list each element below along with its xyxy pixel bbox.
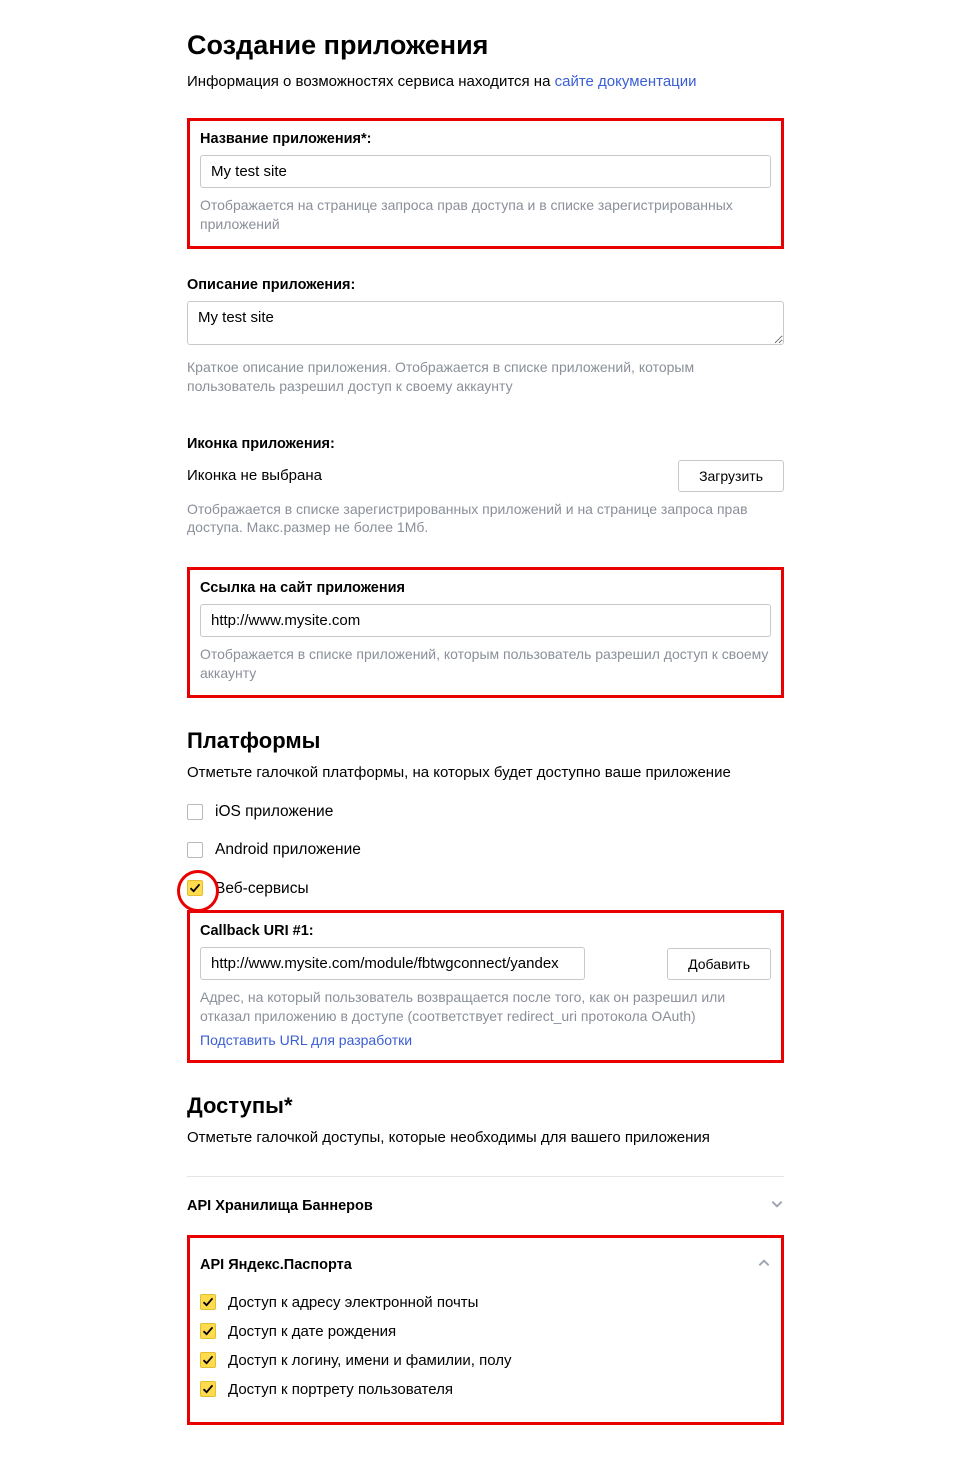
checkbox-icon — [187, 804, 203, 820]
checkbox-checked-icon — [200, 1294, 216, 1310]
accordion-banner-api-label: API Хранилища Баннеров — [187, 1198, 373, 1214]
app-desc-label: Описание приложения: — [187, 277, 784, 293]
scope-birthday-row[interactable]: Доступ к дате рождения — [200, 1323, 771, 1340]
scope-login-row[interactable]: Доступ к логину, имени и фамилии, полу — [200, 1352, 771, 1369]
platform-web-label: Веб-сервисы — [215, 880, 309, 898]
dev-url-link[interactable]: Подставить URL для разработки — [200, 1032, 771, 1048]
platform-ios-label: iOS приложение — [215, 803, 333, 821]
accordion-passport-api[interactable]: API Яндекс.Паспорта — [200, 1242, 771, 1294]
passport-api-body: Доступ к адресу электронной почты Доступ… — [200, 1294, 771, 1410]
app-name-section: Название приложения*: Отображается на ст… — [187, 118, 784, 249]
checkbox-checked-icon — [200, 1323, 216, 1339]
platform-android-label: Android приложение — [215, 841, 361, 859]
accesses-heading: Доступы* — [187, 1093, 784, 1119]
intro-prefix: Информация о возможностях сервиса находи… — [187, 73, 555, 90]
callback-input[interactable] — [200, 947, 585, 980]
app-site-label: Ссылка на сайт приложения — [200, 580, 771, 596]
app-desc-hint: Краткое описание приложения. Отображаетс… — [187, 358, 784, 396]
accordion-passport-api-label: API Яндекс.Паспорта — [200, 1257, 352, 1273]
app-name-input[interactable] — [200, 155, 771, 188]
checkbox-checked-icon — [200, 1381, 216, 1397]
platform-android-row[interactable]: Android приложение — [187, 841, 784, 859]
chevron-down-icon — [770, 1197, 784, 1215]
scope-avatar-row[interactable]: Доступ к портрету пользователя — [200, 1381, 771, 1398]
callback-label: Callback URI #1: — [200, 923, 771, 939]
docs-link[interactable]: сайте документации — [555, 73, 697, 90]
app-site-hint: Отображается в списке приложений, которы… — [200, 645, 771, 683]
app-icon-hint: Отображается в списке зарегистрированных… — [187, 500, 784, 538]
platforms-heading: Платформы — [187, 728, 784, 754]
app-icon-label: Иконка приложения: — [187, 436, 784, 452]
callback-hint: Адрес, на который пользователь возвращае… — [200, 988, 771, 1026]
app-site-section: Ссылка на сайт приложения Отображается в… — [187, 567, 784, 698]
app-name-label: Название приложения*: — [200, 131, 771, 147]
platform-ios-row[interactable]: iOS приложение — [187, 803, 784, 821]
checkbox-checked-icon — [187, 880, 203, 896]
intro-text: Информация о возможностях сервиса находи… — [187, 73, 784, 90]
app-name-hint: Отображается на странице запроса прав до… — [200, 196, 771, 234]
accesses-sub: Отметьте галочкой доступы, которые необх… — [187, 1129, 784, 1146]
add-button[interactable]: Добавить — [667, 948, 771, 980]
scope-login-label: Доступ к логину, имени и фамилии, полу — [228, 1352, 511, 1369]
checkbox-checked-icon — [200, 1352, 216, 1368]
checkbox-icon — [187, 842, 203, 858]
scope-email-label: Доступ к адресу электронной почты — [228, 1294, 478, 1311]
app-desc-input[interactable]: My test site — [187, 301, 784, 345]
app-icon-state: Иконка не выбрана — [187, 467, 322, 484]
callback-section: Callback URI #1: Добавить Адрес, на кото… — [187, 910, 784, 1063]
highlight-circle-icon — [187, 880, 203, 899]
platform-web-row[interactable]: Веб-сервисы — [187, 879, 784, 898]
app-desc-section: Описание приложения: My test site Кратко… — [187, 267, 784, 408]
app-icon-section: Иконка приложения: Иконка не выбрана Заг… — [187, 426, 784, 550]
chevron-up-icon — [757, 1256, 771, 1274]
scope-birthday-label: Доступ к дате рождения — [228, 1323, 396, 1340]
passport-api-section: API Яндекс.Паспорта Доступ к адресу элек… — [187, 1235, 784, 1425]
upload-button[interactable]: Загрузить — [678, 460, 784, 492]
accordion-banner-api[interactable]: API Хранилища Баннеров — [187, 1176, 784, 1235]
page-title: Создание приложения — [187, 30, 784, 61]
platforms-sub: Отметьте галочкой платформы, на которых … — [187, 764, 784, 781]
app-site-input[interactable] — [200, 604, 771, 637]
scope-avatar-label: Доступ к портрету пользователя — [228, 1381, 453, 1398]
scope-email-row[interactable]: Доступ к адресу электронной почты — [200, 1294, 771, 1311]
